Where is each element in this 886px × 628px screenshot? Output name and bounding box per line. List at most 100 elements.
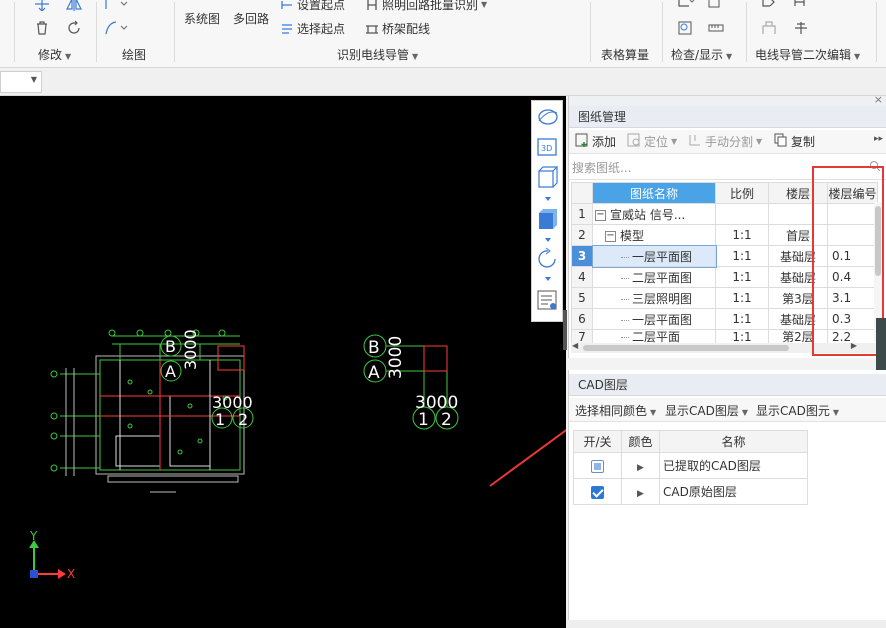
- drawing-panel-title: 图纸管理: [569, 106, 886, 128]
- group-label-modify[interactable]: 修改 ▼: [38, 46, 71, 63]
- ribbon-separator: [590, 2, 591, 62]
- drawing-name-cell[interactable]: 一层平面图: [591, 244, 717, 268]
- cad-actions-bar: 选择相同颜色 ▼ 显示CAD图层 ▼ 显示CAD图元 ▼: [569, 398, 886, 422]
- display-icon[interactable]: [707, 0, 725, 12]
- group-label-check[interactable]: 检查/显示 ▼: [671, 46, 732, 63]
- chevron-down-icon[interactable]: [545, 238, 551, 242]
- cad-canvas[interactable]: B A 3000 3000 1 2 B A 3000 3000 1 2 Y X: [0, 96, 566, 628]
- group-label-secondary-edit[interactable]: 电线导管二次编辑 ▼: [755, 46, 860, 63]
- drawing-name-cell[interactable]: 三层照明图: [592, 287, 716, 309]
- layer-color-cell: ▶: [621, 478, 660, 505]
- header-scale[interactable]: 比例: [715, 182, 769, 204]
- layer-combo[interactable]: ▼: [0, 71, 42, 93]
- lighting-batch-button[interactable]: 照明回路批量识别 ▼: [365, 0, 487, 13]
- search-drawing-icon[interactable]: [677, 20, 695, 36]
- drawing-name-cell[interactable]: 一层平面图: [592, 308, 716, 330]
- ucs-x-label: X: [67, 567, 75, 581]
- view-toolbar: 3D: [531, 100, 563, 322]
- 3d-view-icon[interactable]: 3D: [537, 138, 557, 156]
- row-number: 2: [571, 224, 593, 246]
- scale-cell: 1:1: [715, 245, 769, 267]
- expand-triangle-icon[interactable]: ▶: [637, 489, 644, 499]
- panel-resize-handle[interactable]: [876, 318, 886, 376]
- locate-icon: [627, 133, 641, 150]
- collapse-icon[interactable]: −: [605, 230, 616, 242]
- copy-icon: [774, 133, 788, 150]
- axis-label-b-small: B: [165, 337, 176, 356]
- merge-icon[interactable]: [792, 0, 810, 12]
- row-number: 5: [571, 287, 593, 309]
- add-drawing-button[interactable]: 添加: [575, 133, 616, 150]
- select-start-button[interactable]: 选择起点: [280, 20, 345, 37]
- cad-drawing: B A 3000 3000 1 2 B A 3000 3000 1 2 Y X: [29, 329, 566, 581]
- ribbon-separator: [96, 2, 97, 62]
- axis-label-1-small: 1: [215, 410, 225, 429]
- multi-loop-button[interactable]: 多回路: [233, 10, 269, 27]
- axis-label-2: 2: [441, 410, 452, 430]
- ribbon: 修改 ▼ 绘图 系统图 多回路 设置起点 选择起点 照明回路批量识别 ▼ 桥架配线 …: [0, 0, 886, 68]
- split-drawing-icon: [688, 133, 702, 150]
- axis-label-2-small: 2: [238, 410, 248, 429]
- header-name: 名称: [659, 430, 808, 453]
- ribbon-separator: [662, 2, 663, 62]
- scrollbar-thumb[interactable]: [583, 345, 789, 351]
- close-icon[interactable]: ×: [874, 93, 883, 106]
- group-label-draw: 绘图: [122, 48, 147, 62]
- collapse-icon[interactable]: −: [595, 209, 606, 221]
- drawing-name-cell[interactable]: − 宣威站 信号...: [592, 203, 716, 225]
- scale-cell: 1:1: [715, 287, 769, 309]
- show-cad-element-button[interactable]: 显示CAD图元 ▼: [756, 402, 839, 419]
- lighting-icon: [365, 0, 379, 12]
- group-label-identify[interactable]: 识别电线导管 ▼: [337, 46, 418, 63]
- select-start-icon: [280, 22, 294, 36]
- axis-label-b: B: [368, 338, 380, 358]
- select-same-color-button[interactable]: 选择相同颜色 ▼: [575, 402, 656, 419]
- set-start-button[interactable]: 设置起点: [280, 0, 345, 13]
- cube-wire-icon[interactable]: [538, 166, 559, 188]
- rotate-view-icon[interactable]: [538, 247, 556, 268]
- check-icon[interactable]: [677, 0, 695, 12]
- header-drawing-name[interactable]: 图纸名称: [592, 182, 716, 204]
- drawing-name: 一层平面图: [632, 312, 693, 327]
- drawing-name-cell[interactable]: − 模型: [592, 224, 716, 246]
- measure-icon[interactable]: [707, 20, 725, 36]
- chevron-down-icon[interactable]: [545, 277, 551, 281]
- delete-icon[interactable]: [34, 20, 52, 36]
- axis-label-a: A: [368, 363, 380, 383]
- row-number: 1: [571, 203, 593, 225]
- chevron-down-icon[interactable]: [545, 197, 551, 201]
- copy-button[interactable]: 复制: [774, 133, 815, 150]
- arc-icon[interactable]: [104, 20, 128, 36]
- orbit-icon[interactable]: [538, 109, 558, 125]
- bridge-wiring-button[interactable]: 桥架配线: [365, 20, 430, 37]
- line-icon[interactable]: [104, 0, 128, 13]
- mirror-icon[interactable]: [66, 0, 84, 13]
- layer-toggle-cell: [573, 452, 622, 479]
- more-icon[interactable]: ▸▸: [874, 134, 883, 144]
- layout-icon[interactable]: [760, 20, 778, 36]
- show-cad-layer-button[interactable]: 显示CAD图层 ▼: [665, 402, 748, 419]
- tree-connector: [621, 277, 629, 279]
- locate-button[interactable]: 定位 ▼: [627, 133, 677, 150]
- table-row[interactable]: ▶ 已提取的CAD图层: [573, 452, 808, 479]
- axis-label-a-small: A: [165, 362, 176, 381]
- layer-checkbox[interactable]: [591, 459, 604, 473]
- cad-layer-panel: CAD图层 选择相同颜色 ▼ 显示CAD图层 ▼ 显示CAD图元 ▼ 开/关 颜色 名…: [568, 370, 886, 628]
- layer-toggle-cell: [573, 478, 622, 505]
- scroll-left-icon[interactable]: ◀: [572, 341, 578, 350]
- drawing-name-cell[interactable]: 二层平面图: [592, 266, 716, 288]
- manual-split-button[interactable]: 手动分割 ▼: [688, 133, 762, 150]
- layer-checkbox[interactable]: [591, 485, 604, 499]
- tree-connector: [621, 319, 629, 321]
- connect-icon[interactable]: [792, 20, 810, 36]
- system-diagram-button[interactable]: 系统图: [184, 10, 220, 27]
- expand-triangle-icon[interactable]: ▶: [637, 463, 644, 473]
- drawing-name: 二层平面: [632, 330, 681, 344]
- rotate-icon[interactable]: [66, 20, 84, 36]
- split-icon[interactable]: [760, 0, 778, 12]
- cube-solid-icon[interactable]: [539, 209, 557, 229]
- layer-name: 已提取的CAD图层: [659, 452, 808, 479]
- layer-list-icon[interactable]: [537, 290, 557, 310]
- table-row[interactable]: ▶ CAD原始图层: [573, 478, 808, 505]
- move-icon[interactable]: [34, 0, 52, 13]
